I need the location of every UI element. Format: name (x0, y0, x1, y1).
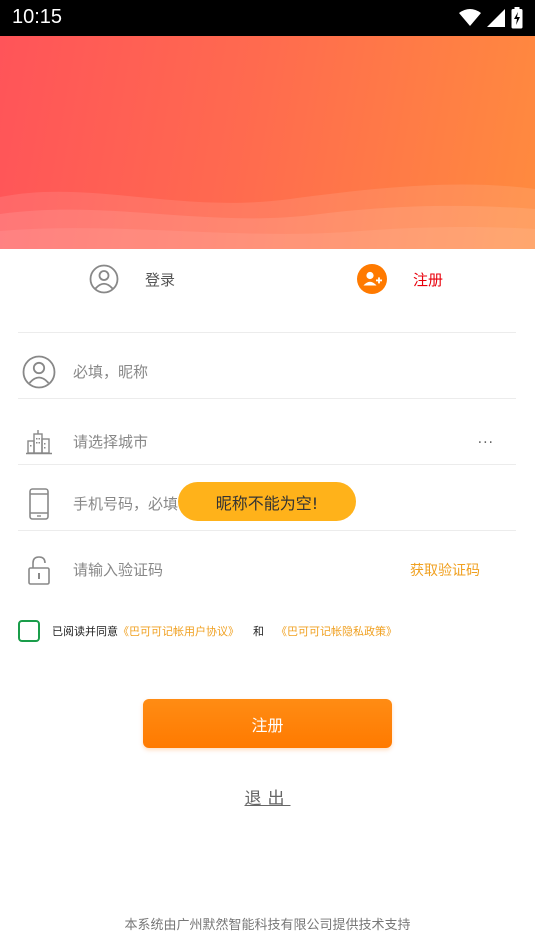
user-agreement-link[interactable]: 《巴可可记帐用户协议》 (118, 623, 239, 639)
footer-text: 本系统由广州默然智能科技有限公司提供技术支持 (124, 918, 411, 933)
add-user-icon (357, 264, 387, 294)
exit-link-wrapper: 退出 (0, 784, 535, 809)
privacy-policy-link[interactable]: 《巴可可记帐隐私政策》 (276, 623, 397, 639)
tab-register-label: 注册 (413, 270, 444, 289)
register-submit-button[interactable]: 注册 (143, 699, 392, 748)
divider (18, 398, 516, 399)
city-select-row[interactable]: 请选择城市 ... (18, 417, 516, 467)
more-dots-icon: ... (477, 431, 494, 447)
status-bar: 10:15 (0, 0, 535, 36)
tab-login-label: 登录 (145, 270, 176, 289)
verification-code-row: 获取验证码 (18, 545, 516, 595)
status-time: 10:15 (12, 6, 63, 28)
agreement-and: 和 (253, 625, 264, 638)
agreement-checkbox[interactable] (18, 620, 40, 642)
status-icons (459, 6, 523, 30)
verification-code-input[interactable] (73, 555, 393, 585)
battery-charging-icon (511, 7, 523, 29)
cellular-signal-icon (487, 9, 505, 27)
error-toast: 昵称不能为空! (178, 482, 356, 521)
nickname-input[interactable] (73, 357, 393, 387)
banner-wave-decoration (0, 184, 535, 249)
agreement-prefix: 已阅读并同意 (52, 625, 118, 638)
city-buildings-icon (22, 425, 56, 459)
header-banner (0, 36, 535, 249)
tab-register[interactable]: 注册 (357, 263, 443, 295)
divider (18, 332, 516, 333)
nickname-row (18, 347, 516, 397)
get-code-button[interactable]: 获取验证码 (410, 560, 480, 580)
user-circle-icon (89, 264, 119, 294)
divider (18, 530, 516, 531)
city-select-label: 请选择城市 (73, 433, 149, 451)
wifi-icon (459, 9, 481, 26)
auth-tabs: 登录 注册 (0, 249, 535, 309)
exit-link[interactable]: 退出 (245, 789, 291, 809)
user-icon (22, 355, 56, 389)
divider (18, 464, 516, 465)
lock-icon (22, 553, 56, 587)
tab-login[interactable]: 登录 (89, 263, 175, 295)
mobile-phone-icon (22, 487, 56, 521)
agreement-row: 已阅读并同意 《巴可可记帐用户协议》 和 《巴可可记帐隐私政策》 (18, 620, 397, 642)
